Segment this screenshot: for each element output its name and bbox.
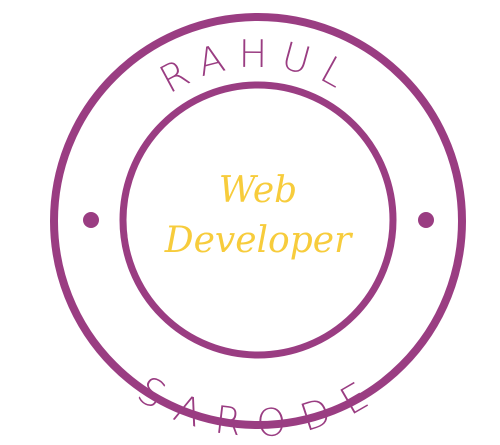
right-dot xyxy=(418,212,434,228)
bottom-name: SARODE xyxy=(130,368,374,445)
left-dot xyxy=(83,212,99,228)
title-line-2: Developer xyxy=(164,220,353,261)
title-line-1: Web xyxy=(219,170,297,211)
top-name: RAHUL xyxy=(152,32,351,102)
top-name-text: RAHUL xyxy=(152,32,363,102)
bottom-name-text: SARODE xyxy=(130,368,386,445)
logo-badge: RAHUL SARODE Web Developer xyxy=(50,13,466,445)
